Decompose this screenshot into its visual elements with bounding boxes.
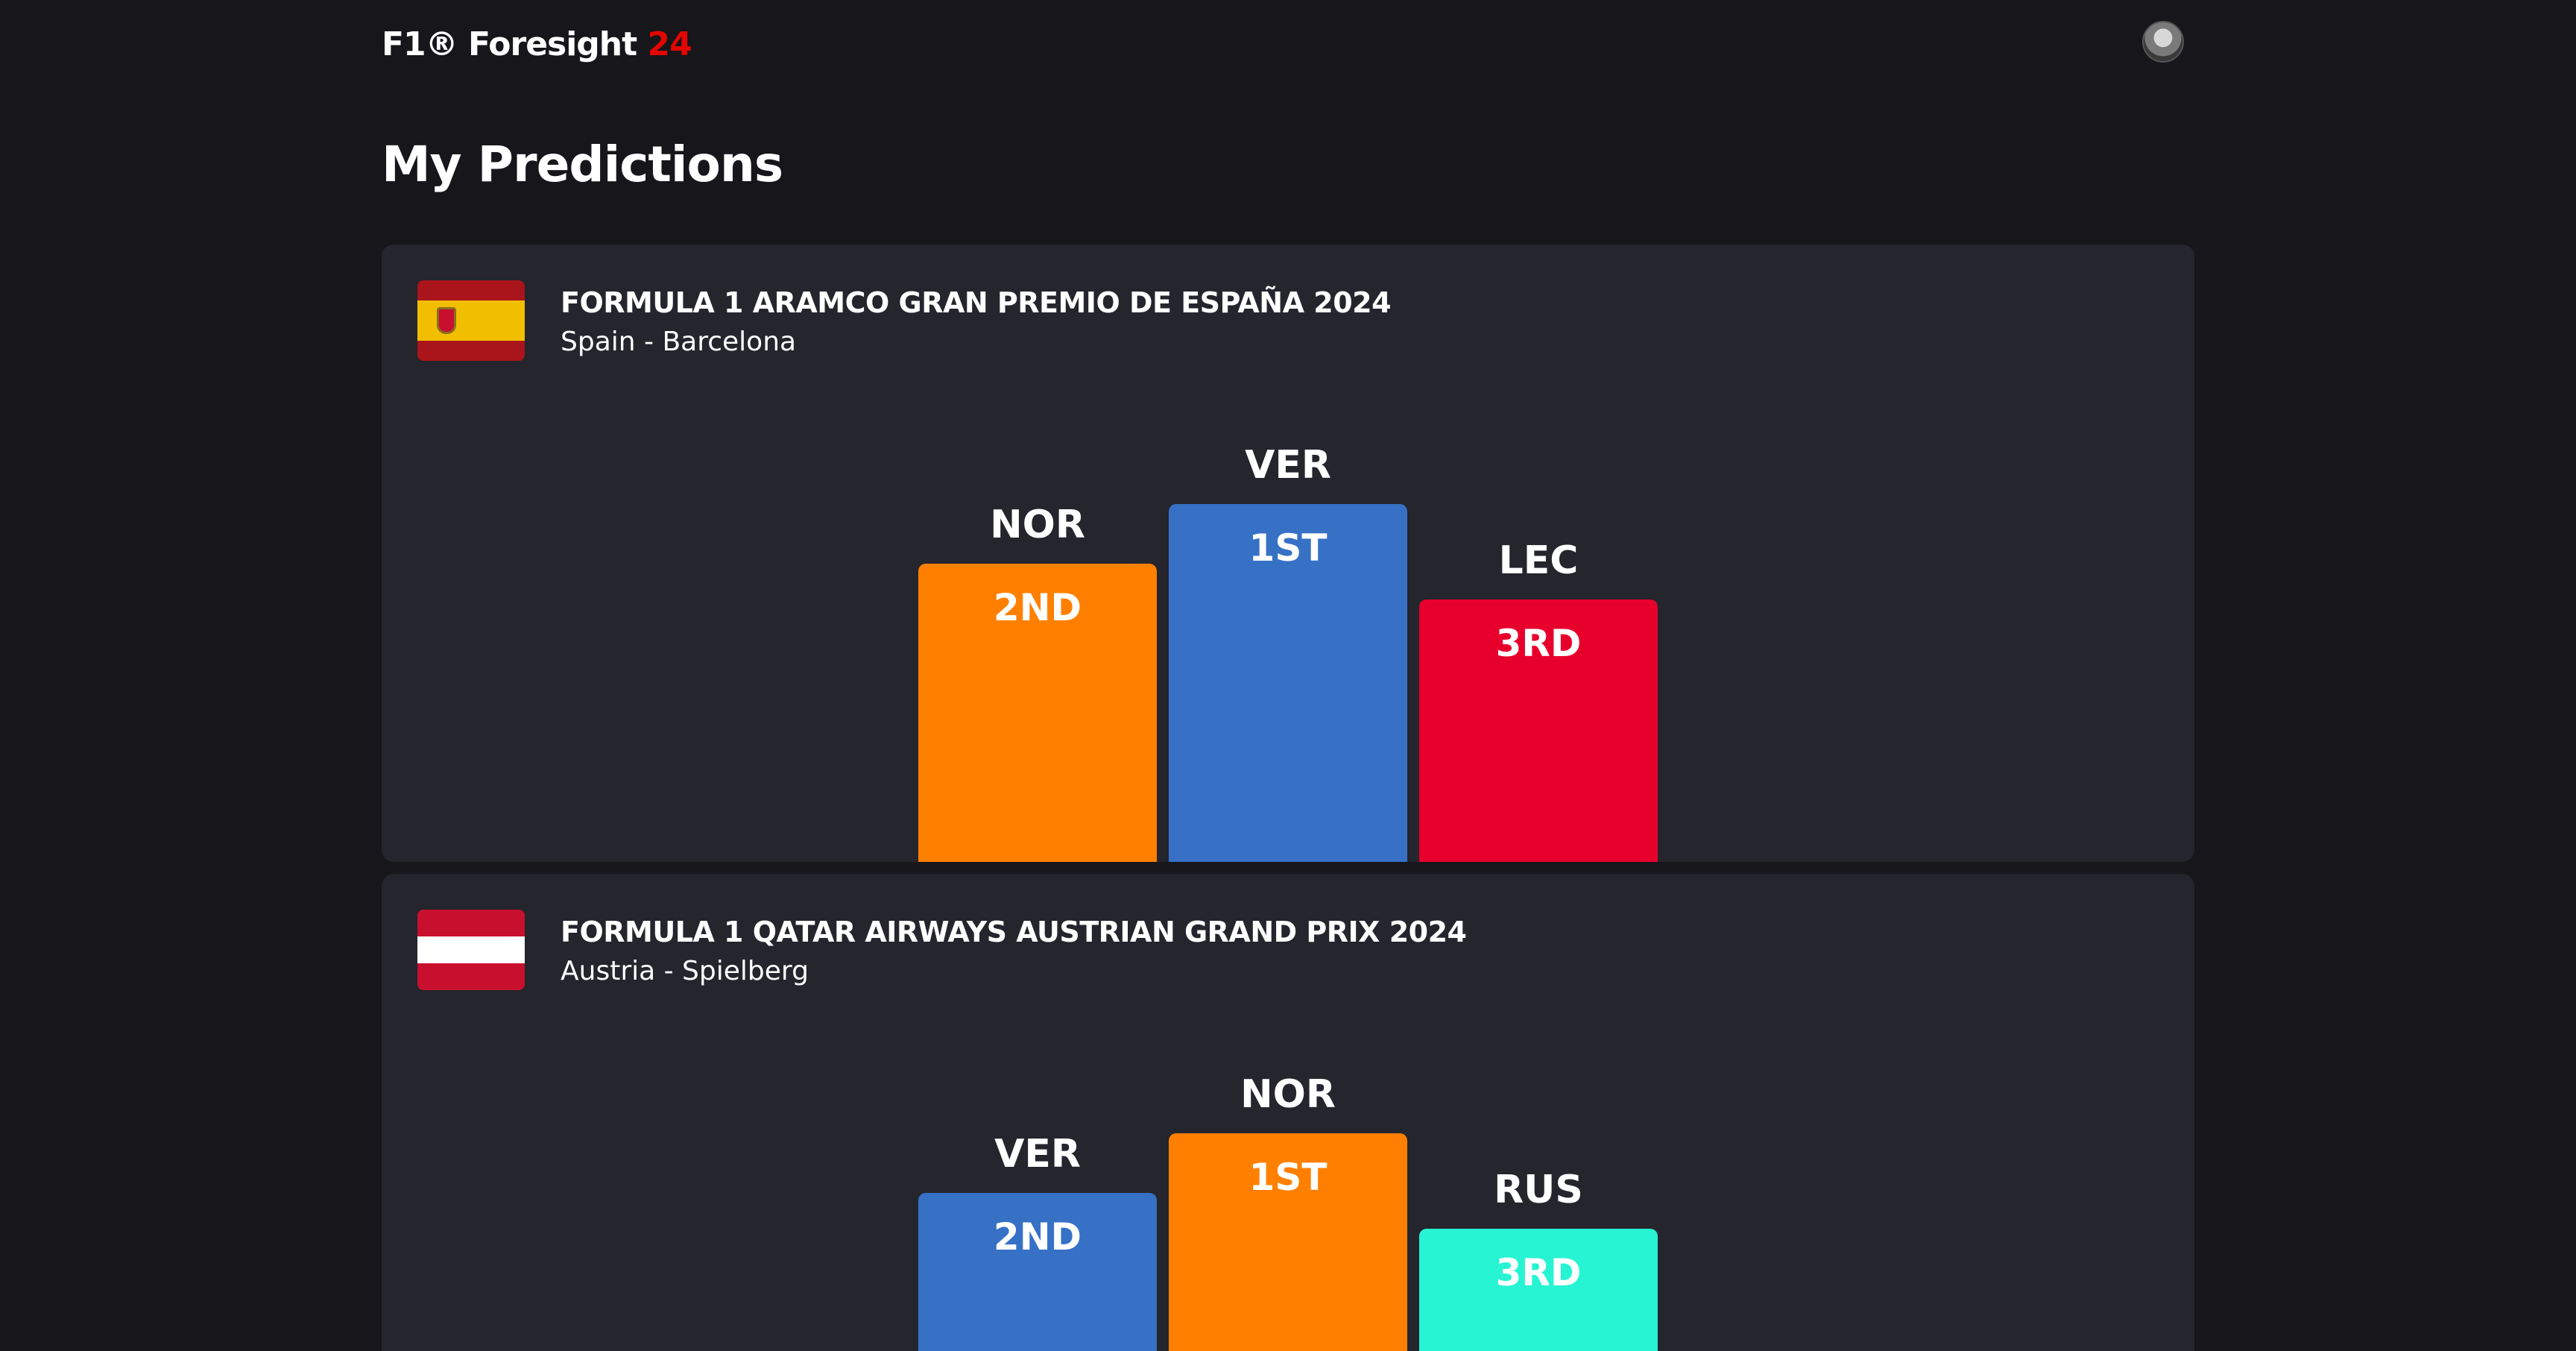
podium-second-driver: NOR <box>990 503 1085 547</box>
podium-first-step: 1ST <box>1169 504 1407 862</box>
podium-first-step: 1ST <box>1169 1133 1407 1351</box>
podium-third-driver: RUS <box>1494 1168 1583 1212</box>
brand-name: F1® Foresight <box>382 25 648 63</box>
podium-second-label: 2ND <box>993 1215 1082 1259</box>
podium-third-step: 3RD <box>1419 1229 1658 1351</box>
podium-second-step: 2ND <box>918 564 1157 862</box>
podium-first-label: 1ST <box>1248 1156 1328 1199</box>
race-location: Spain - Barcelona <box>561 327 797 357</box>
podium-first-driver: NOR <box>1240 1072 1336 1117</box>
prediction-card[interactable]: FORMULA 1 QATAR AIRWAYS AUSTRIAN GRAND P… <box>382 874 2194 1351</box>
spain-flag-icon <box>417 280 525 361</box>
podium-first-driver: VER <box>1245 443 1331 488</box>
brand-year: 24 <box>647 25 692 63</box>
austria-flag-icon <box>417 910 525 990</box>
prediction-card[interactable]: FORMULA 1 ARAMCO GRAN PREMIO DE ESPAÑA 2… <box>382 245 2194 862</box>
podium-third-driver: LEC <box>1498 538 1579 583</box>
user-avatar[interactable] <box>2142 21 2184 63</box>
podium-second-label: 2ND <box>993 586 1082 629</box>
coat-of-arms-icon <box>437 307 456 334</box>
top-bar: F1® Foresight 24 <box>382 0 2194 89</box>
page-title: My Predictions <box>382 136 783 193</box>
podium-first-label: 1ST <box>1248 526 1328 570</box>
podium-third-label: 3RD <box>1495 1251 1582 1294</box>
podium: NOR 2ND VER 1ST LEC 3RD <box>918 245 1664 862</box>
race-location: Austria - Spielberg <box>561 956 809 986</box>
podium-second-step: 2ND <box>918 1193 1157 1351</box>
app-logo[interactable]: F1® Foresight 24 <box>382 25 692 63</box>
podium-third-step: 3RD <box>1419 599 1658 862</box>
podium-second-driver: VER <box>994 1132 1081 1177</box>
podium: VER 2ND NOR 1ST RUS 3RD <box>918 874 1664 1351</box>
podium-third-label: 3RD <box>1495 622 1582 665</box>
